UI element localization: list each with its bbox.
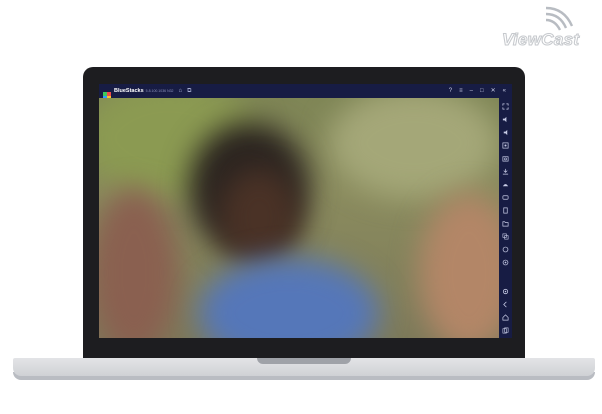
laptop-screen: BlueStacks 5.8.100.1036 N32 ⌂ ⧉ ? ≡ – □ … xyxy=(99,84,512,338)
fullscreen-icon[interactable] xyxy=(501,102,510,111)
screen-record-icon[interactable] xyxy=(501,141,510,150)
watermark-text: ViewCast xyxy=(501,30,580,50)
video-viewport[interactable] xyxy=(99,98,499,338)
multi-instance-manager-icon[interactable] xyxy=(501,232,510,241)
shake-icon[interactable] xyxy=(501,206,510,215)
screenshot-icon[interactable] xyxy=(501,154,510,163)
home-icon[interactable] xyxy=(501,313,510,322)
home-icon[interactable]: ⌂ xyxy=(179,88,183,94)
collapse-sidebar-icon[interactable]: « xyxy=(503,88,506,94)
window-controls: ? ≡ – □ ✕ « xyxy=(449,84,506,98)
center-person-shirt xyxy=(199,258,379,338)
game-controls-icon[interactable] xyxy=(501,193,510,202)
settings-icon[interactable] xyxy=(501,287,510,296)
install-apk-icon[interactable] xyxy=(501,167,510,176)
menu-icon[interactable]: ≡ xyxy=(459,88,463,94)
left-person xyxy=(99,188,179,338)
bluestacks-logo-icon xyxy=(103,87,111,100)
multi-instance-icon[interactable]: ⧉ xyxy=(187,88,191,94)
back-icon[interactable] xyxy=(501,300,510,309)
close-icon[interactable]: ✕ xyxy=(491,88,496,94)
app-title: BlueStacks xyxy=(114,88,144,94)
volume-down-icon[interactable] xyxy=(501,128,510,137)
viewcast-watermark: ViewCast xyxy=(498,4,594,52)
laptop-notch xyxy=(257,358,351,364)
right-person xyxy=(419,193,499,338)
volume-up-icon[interactable] xyxy=(501,115,510,124)
minimize-icon[interactable]: – xyxy=(470,88,473,94)
macro-icon[interactable] xyxy=(501,180,510,189)
recent-apps-icon[interactable] xyxy=(501,326,510,335)
help-icon[interactable]: ? xyxy=(449,88,452,94)
folder-icon[interactable] xyxy=(501,219,510,228)
app-version: 5.8.100.1036 N32 xyxy=(145,89,174,93)
restore-icon[interactable]: □ xyxy=(480,88,484,94)
app-titlebar: BlueStacks 5.8.100.1036 N32 ⌂ ⧉ ? ≡ – □ … xyxy=(99,84,512,100)
eco-mode-icon[interactable] xyxy=(501,245,510,254)
background-light xyxy=(329,98,499,198)
location-icon[interactable] xyxy=(501,258,510,267)
bluestacks-sidebar xyxy=(499,98,512,338)
center-person-face xyxy=(219,168,299,268)
